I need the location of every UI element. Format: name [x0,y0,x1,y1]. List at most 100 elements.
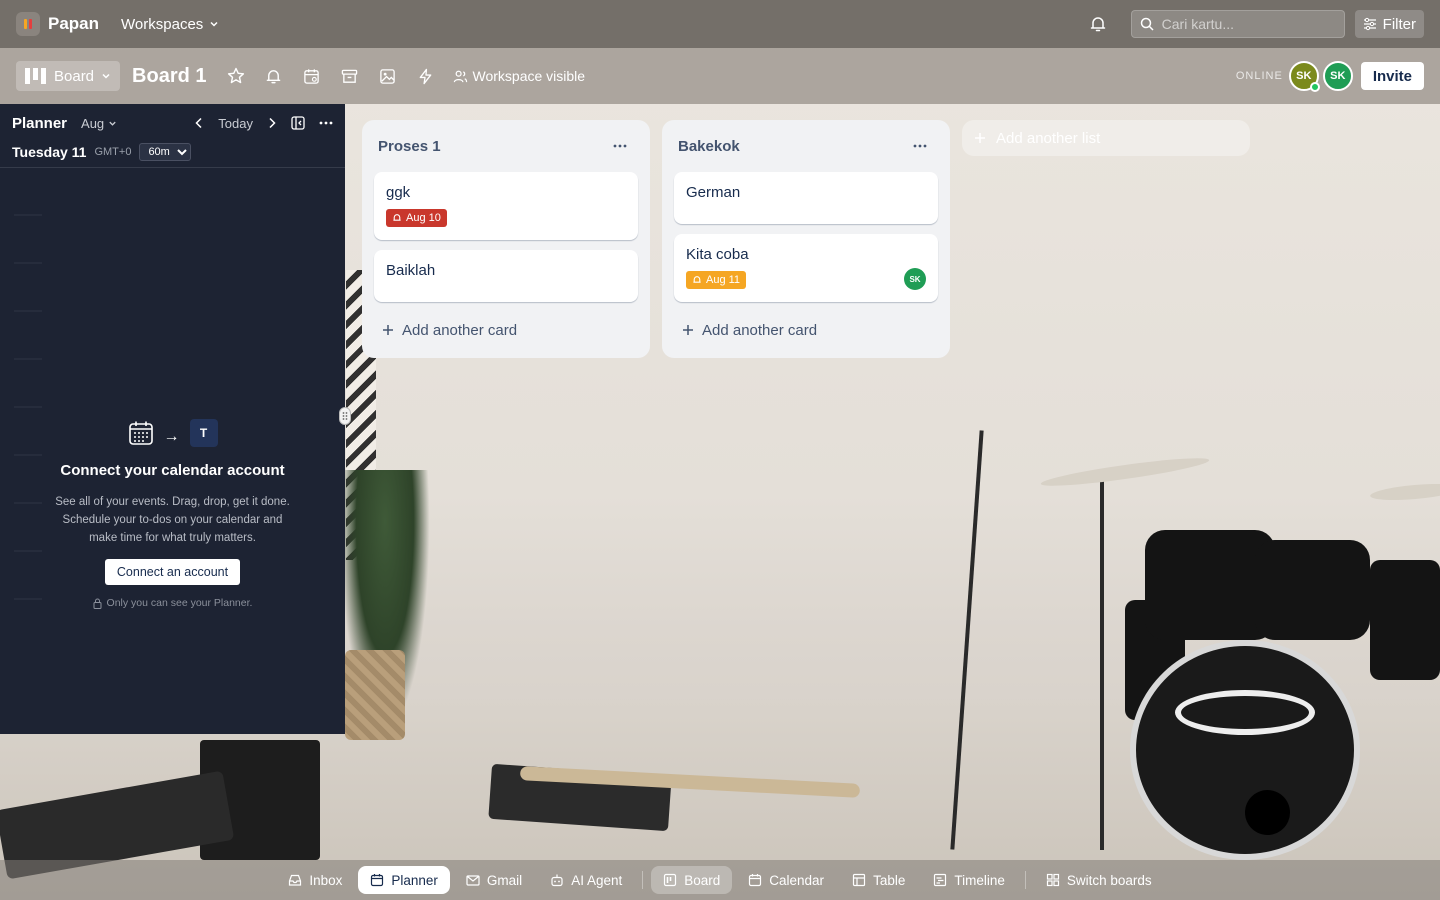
connect-calendar-prompt: → T Connect your calendar account See al… [0,418,345,609]
hour-gridline [14,262,42,264]
board-icon [664,873,677,887]
search-input[interactable] [1161,16,1332,32]
app-logo[interactable]: Papan [16,12,99,36]
archive-icon [341,69,358,83]
board-list[interactable]: Proses 1 ggk Aug 10 Baiklah Add another … [362,120,650,358]
calendar-settings-button[interactable] [295,59,329,93]
bell-icon [693,276,701,283]
workspaces-menu[interactable]: Workspaces [121,16,219,33]
filter-label: Filter [1382,15,1416,33]
due-date-text: Aug 10 [406,212,441,224]
search-box[interactable] [1130,10,1345,38]
calendar-icon [749,874,762,887]
hour-gridline [14,406,42,408]
panel-resize-handle[interactable] [339,407,351,425]
more-icon[interactable] [319,121,333,125]
online-label: ONLINE [1235,70,1283,82]
dock-label: Gmail [486,872,523,888]
collapse-panel-icon[interactable] [291,116,305,130]
dock-board[interactable]: Board [651,866,733,894]
member-avatar[interactable]: SK [1322,61,1353,91]
list-menu-button[interactable] [606,132,634,160]
card[interactable]: German [674,172,938,224]
add-card-label: Add another card [702,321,818,339]
card[interactable]: Baiklah [374,250,638,302]
drag-handle-icon [342,412,348,420]
hour-gridline [14,358,42,360]
trello-logo-icon: T [189,419,218,447]
list-title[interactable]: Proses 1 [378,138,441,155]
board-view-icon [25,68,46,84]
grid-icon [1046,873,1059,887]
list-title[interactable]: Bakekok [678,138,740,155]
card-member-avatar[interactable]: SK [904,268,926,290]
avatar-initials: SK [1330,70,1346,82]
card-title: German [686,184,741,201]
card[interactable]: Kita coba Aug 11 SK [674,234,938,302]
board-list[interactable]: Bakekok German Kita coba Aug 11 SK Add a… [662,120,950,358]
calendar-icon [128,421,153,445]
month-label: Aug [81,115,105,131]
today-button[interactable]: Today [218,116,253,131]
dock-label: Table [873,872,906,888]
planner-panel: Planner Aug Today Tuesday 11 GMT+0 15m 3… [0,104,345,734]
inbox-icon [289,874,302,886]
visibility-label: Workspace visible [472,68,586,84]
planner-timeline: → T Connect your calendar account See al… [0,168,345,734]
due-date-badge[interactable]: Aug 10 [386,209,447,227]
interval-select[interactable]: 15m 30m 60m [139,143,192,161]
planner-title: Planner [12,114,68,132]
list-menu-button[interactable] [906,132,934,160]
dock-switch-boards[interactable]: Switch boards [1034,866,1164,894]
dock-ai-agent[interactable]: AI Agent [538,866,634,894]
card-title: ggk [386,184,411,201]
plus-icon [975,133,985,143]
image-icon [380,68,395,84]
dock-planner[interactable]: Planner [358,866,450,894]
connect-description: See all of your events. Drag, drop, get … [55,496,290,544]
background-button[interactable] [371,59,405,93]
plus-icon [683,325,693,335]
chevron-down-icon [109,121,116,126]
board-title[interactable]: Board 1 [132,65,206,88]
chevron-right-icon[interactable] [267,117,277,129]
avatar-initials: SK [909,274,921,284]
connect-account-button[interactable]: Connect an account [104,559,241,585]
chevron-down-icon [210,21,218,27]
dock-table[interactable]: Table [840,866,917,894]
people-icon [453,70,467,82]
filter-button[interactable]: Filter [1354,10,1424,38]
logo-icon [16,12,40,36]
app-name: Papan [48,14,100,33]
hour-gridline [14,310,42,312]
bell-icon [393,214,401,221]
automation-button[interactable] [409,59,443,93]
calendar-icon [371,874,384,887]
dock-gmail[interactable]: Gmail [454,866,534,894]
board-header: Board Board 1 Workspace visible ONLINE S… [0,48,1440,104]
due-date-badge[interactable]: Aug 11 [686,271,747,289]
archive-button[interactable] [333,59,367,93]
star-button[interactable] [219,59,253,93]
card[interactable]: ggk Aug 10 [374,172,638,240]
calendar-gear-icon [304,68,319,84]
more-icon [613,144,627,148]
connect-title: Connect your calendar account [60,462,285,479]
add-card-button[interactable]: Add another card [374,312,638,348]
add-list-button[interactable]: Add another list [962,120,1250,156]
view-switcher-button[interactable]: Board [16,61,121,91]
dock-timeline[interactable]: Timeline [921,866,1017,894]
dock-inbox[interactable]: Inbox [276,866,354,894]
watch-button[interactable] [257,59,291,93]
visibility-button[interactable]: Workspace visible [453,68,586,84]
avatar-initials: SK [1296,70,1312,82]
invite-button[interactable]: Invite [1360,62,1424,90]
chevron-left-icon[interactable] [194,117,204,129]
month-selector[interactable]: Aug [81,116,117,131]
lightning-icon [419,68,432,84]
bell-icon [266,69,281,83]
add-card-button[interactable]: Add another card [674,312,938,348]
notifications-button[interactable] [1081,7,1115,41]
dock-calendar[interactable]: Calendar [736,866,836,894]
member-avatar[interactable]: SK [1288,61,1320,92]
